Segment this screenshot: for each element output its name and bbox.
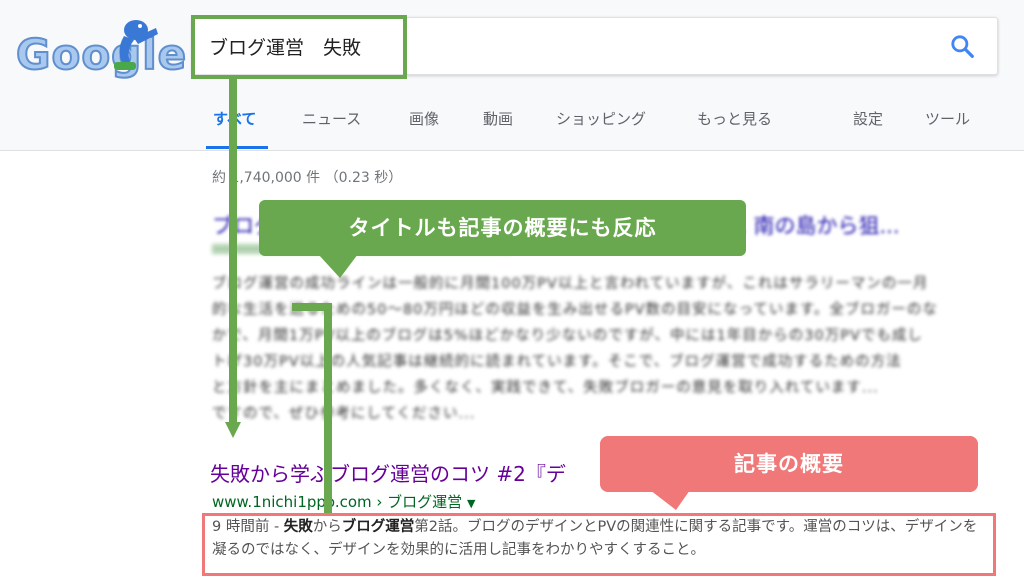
caret-down-icon[interactable]: ▼ — [467, 497, 475, 510]
result-stats: 約 1,740,000 件 （0.23 秒） — [212, 170, 403, 186]
result2-url[interactable]: www.1nichi1ppo.com › ブログ運営 ▼ — [212, 491, 475, 512]
result1-snippet-line: ですので、ぜひ参考にしてください... — [212, 406, 476, 422]
search-icon[interactable] — [949, 33, 975, 59]
tab-more[interactable]: もっと見る — [697, 108, 772, 129]
tab-videos[interactable]: 動画 — [483, 108, 513, 129]
result2-url-text[interactable]: www.1nichi1ppo.com › ブログ運営 — [212, 493, 462, 511]
callout-title-and-snippet: タイトルも記事の概要にも反応 — [259, 200, 746, 256]
result1-snippet-line: トげ30万PV以上の人気記事は継続的に読まれています。そこで、ブログ運営で成功す… — [212, 354, 902, 370]
runner-mascot-icon — [114, 20, 158, 70]
tab-tools[interactable]: ツール — [925, 108, 970, 129]
tab-news[interactable]: ニュース — [302, 108, 361, 129]
tab-shopping[interactable]: ショッピング — [556, 108, 646, 129]
callout-pointer — [318, 254, 358, 278]
tab-images[interactable]: 画像 — [409, 108, 439, 129]
callout-pointer — [650, 490, 690, 510]
arrow-down-icon — [225, 422, 241, 438]
result2-title[interactable]: 失敗から学ぶブログ運営のコツ #2『デ — [210, 458, 566, 487]
connector-line — [324, 303, 332, 515]
active-tab-indicator — [206, 146, 268, 149]
connector-line — [229, 79, 237, 425]
result1-snippet-line: と方針を主にまとめました。多くなく、実践できて、失敗ブロガーの意見を取り入れてい… — [212, 380, 879, 396]
google-logo[interactable]: Google — [14, 20, 187, 82]
query-highlight-frame — [191, 15, 407, 79]
result1-snippet-line: かで、月間1万PV以上のブログは5%ほどかなり少ないのですが、中には1年目からの… — [212, 328, 923, 344]
callout-snippet: 記事の概要 — [600, 436, 978, 492]
tab-settings[interactable]: 設定 — [853, 108, 883, 129]
snippet-highlight-frame — [202, 513, 996, 576]
